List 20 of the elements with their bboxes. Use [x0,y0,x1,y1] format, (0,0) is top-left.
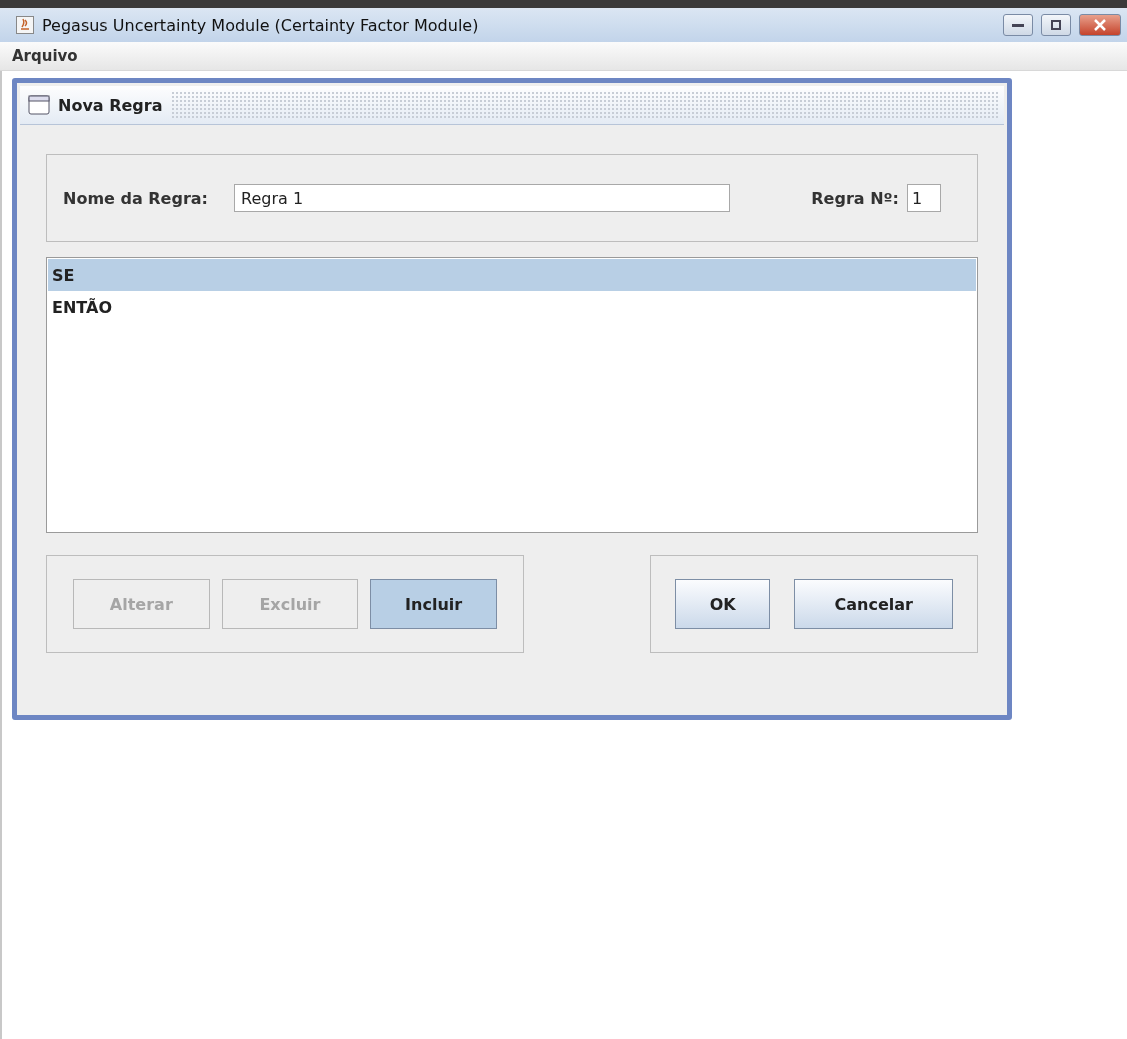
close-button[interactable] [1079,14,1121,36]
window-icon [28,95,50,115]
menu-item[interactable]: Arquivo [12,47,78,65]
app-icon [16,16,34,34]
rule-number-field[interactable]: 1 [907,184,941,212]
maximize-icon [1051,20,1061,30]
field-label: Nome da Regra: [63,188,208,208]
list-item[interactable]: ENTÃO [48,291,976,323]
rule-name-field[interactable]: Regra 1 [234,184,730,212]
action-button[interactable]: OK [675,579,771,629]
list-item[interactable]: SE [48,259,976,291]
window-title: Pegasus Uncertainty Module (Certainty Factor Module) [42,15,480,35]
action-button[interactable]: Incluir [370,579,497,629]
close-icon [1093,19,1107,31]
action-button[interactable]: Cancelar [794,579,953,629]
field-label: Regra Nº: [811,188,899,208]
minimize-icon [1012,22,1024,28]
minimize-button[interactable] [1003,14,1033,36]
maximize-button[interactable] [1041,14,1071,36]
frame-title: Nova Regra [58,95,163,115]
